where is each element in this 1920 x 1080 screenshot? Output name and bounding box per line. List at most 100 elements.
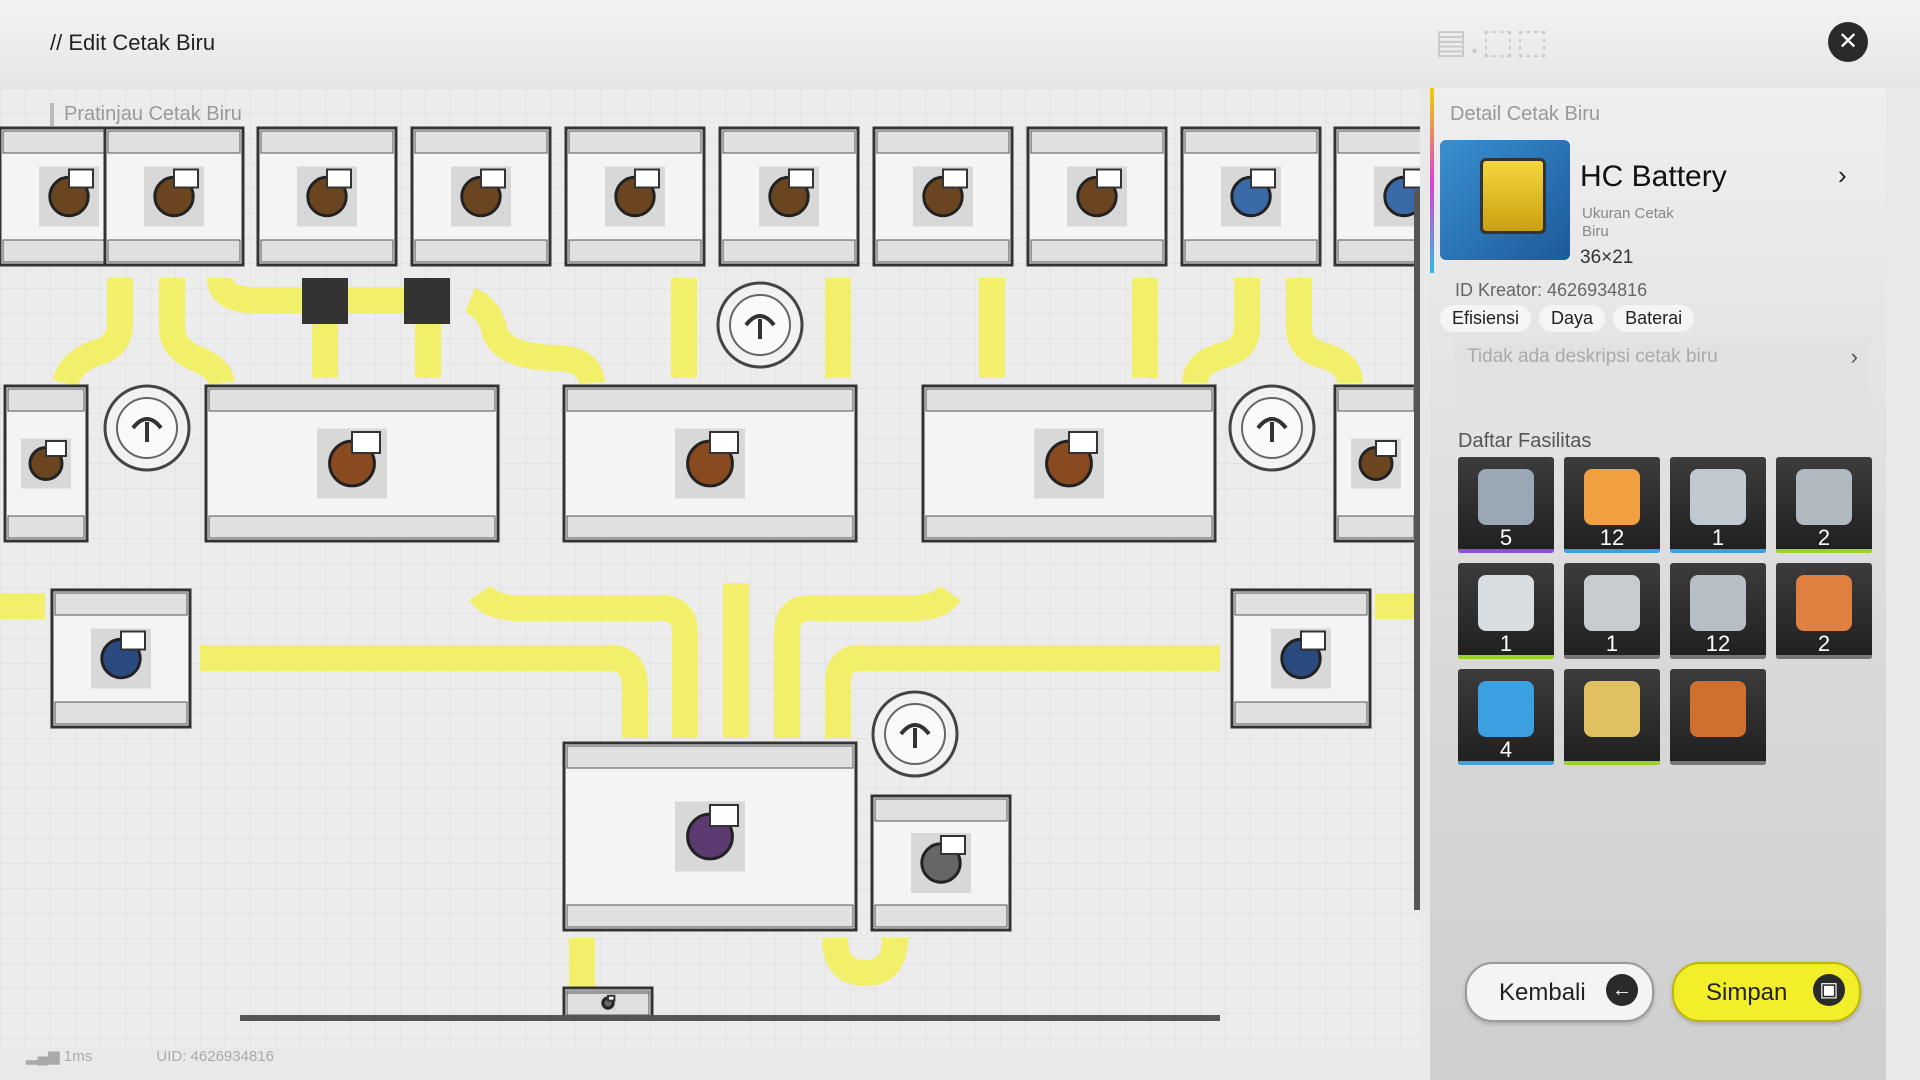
machine-unit[interactable] <box>870 794 1012 932</box>
machine-port-row <box>925 388 1213 412</box>
swap-icon <box>607 994 616 1002</box>
facility-count: 4 <box>1499 737 1513 762</box>
chevron-right-icon[interactable]: › <box>1838 160 1847 191</box>
arrow-left-icon: ← <box>1606 974 1638 1006</box>
machine-unit[interactable] <box>921 384 1217 543</box>
description-text: Tidak ada deskripsi cetak biru <box>1467 346 1718 367</box>
machine-unit[interactable] <box>410 126 552 267</box>
machine-unit[interactable] <box>1333 126 1420 267</box>
swap-icon <box>480 168 506 189</box>
facility-accent-bar <box>1564 655 1660 659</box>
filling-unit-icon <box>1796 469 1852 525</box>
swap-icon <box>788 168 814 189</box>
relay-pylon[interactable] <box>1228 384 1316 472</box>
close-icon: ✕ <box>1837 28 1859 55</box>
save-button-label: Simpan <box>1706 979 1788 1006</box>
machine-port-row <box>208 515 496 539</box>
machine-unit[interactable] <box>1180 126 1322 267</box>
machine-port-row <box>876 239 1010 263</box>
blueprint-name: HC Battery <box>1580 160 1727 193</box>
facility-accent-bar <box>1458 655 1554 659</box>
facility-item[interactable]: 2 <box>1776 563 1872 659</box>
facility-item[interactable]: 1 <box>1670 457 1766 553</box>
battery-icon <box>1480 158 1546 234</box>
facility-item[interactable]: 2 <box>1776 457 1872 553</box>
facility-item[interactable] <box>1564 669 1660 765</box>
moulding-unit-icon <box>1690 469 1746 525</box>
facility-item[interactable]: 12 <box>1670 563 1766 659</box>
machine-unit[interactable] <box>1026 126 1168 267</box>
facility-item[interactable] <box>1670 669 1766 765</box>
tag-power: Daya <box>1539 305 1606 332</box>
machine-unit[interactable] <box>872 126 1014 267</box>
page-title: // Edit Cetak Biru <box>50 30 216 55</box>
machine-port-row <box>566 904 854 928</box>
machine-port-row <box>208 388 496 412</box>
machine-unit[interactable] <box>562 741 858 932</box>
machine-port-row <box>568 239 702 263</box>
facility-item[interactable]: 1 <box>1564 563 1660 659</box>
facility-accent-bar <box>1670 549 1766 553</box>
storage-unit-icon <box>1584 575 1640 631</box>
machine-unit[interactable] <box>50 588 192 729</box>
back-button[interactable]: Kembali ← <box>1465 962 1654 1022</box>
facility-accent-bar <box>1564 549 1660 553</box>
description-field[interactable]: Tidak ada deskripsi cetak biru › <box>1455 338 1870 410</box>
machine-unit[interactable] <box>103 126 245 267</box>
machine-port-row <box>722 130 856 154</box>
facility-accent-bar <box>1670 761 1766 765</box>
machine-unit[interactable] <box>564 126 706 267</box>
swap-icon <box>1096 168 1122 189</box>
swap-icon <box>709 431 739 454</box>
machine-unit[interactable] <box>3 384 89 543</box>
protocol-core-icon <box>1690 575 1746 631</box>
panel-accent-stripe <box>1430 88 1434 273</box>
machine-port-row <box>1030 239 1164 263</box>
machine-unit[interactable] <box>256 126 398 267</box>
facility-item[interactable]: 5 <box>1458 457 1554 553</box>
facility-item[interactable]: 12 <box>1564 457 1660 553</box>
machine-port-row <box>7 388 85 412</box>
swap-icon <box>326 168 352 189</box>
latency-value: 1ms <box>63 1048 93 1065</box>
machine-unit[interactable] <box>204 384 500 543</box>
facility-item[interactable]: 4 <box>1458 669 1554 765</box>
back-button-label: Kembali <box>1499 979 1586 1006</box>
swap-icon <box>634 168 660 189</box>
facility-list-label: Daftar Fasilitas <box>1458 430 1592 452</box>
horizontal-scrollbar[interactable] <box>240 1015 1220 1021</box>
machine-port-row <box>414 130 548 154</box>
relay-pylon[interactable] <box>103 384 191 472</box>
facility-count: 1 <box>1605 631 1619 656</box>
splitter-block <box>404 278 450 324</box>
machine-unit[interactable] <box>562 384 858 543</box>
facility-count: 1 <box>1711 525 1725 550</box>
blueprint-thumbnail <box>1440 140 1570 260</box>
machine-port-row <box>54 701 188 725</box>
machine-unit[interactable] <box>562 986 654 1020</box>
machine-port-row <box>7 515 85 539</box>
machine-port-row <box>1184 130 1318 154</box>
facility-count: 1 <box>1499 631 1513 656</box>
chevron-right-icon: › <box>1850 344 1858 369</box>
machine-unit[interactable] <box>718 126 860 267</box>
relay-pylon[interactable] <box>871 690 959 778</box>
blueprint-canvas[interactable] <box>0 88 1420 1048</box>
machine-port-row <box>925 515 1213 539</box>
save-button[interactable]: Simpan ▣ <box>1672 962 1861 1022</box>
floor-tile-icon <box>1690 681 1746 737</box>
swap-icon <box>68 168 94 189</box>
relay-pylon[interactable] <box>716 281 804 369</box>
power-pylon-icon <box>1478 575 1534 631</box>
facility-item[interactable]: 1 <box>1458 563 1554 659</box>
swap-icon <box>1250 168 1276 189</box>
close-button[interactable]: ✕ <box>1828 22 1868 62</box>
machine-port-row <box>54 592 188 616</box>
machine-port-row <box>1337 388 1415 412</box>
vertical-scrollbar[interactable] <box>1414 190 1420 910</box>
machine-port-row <box>566 745 854 769</box>
machine-unit[interactable] <box>1230 588 1372 729</box>
facility-count: 12 <box>1705 631 1731 656</box>
machine-unit[interactable] <box>1333 384 1419 543</box>
shredding-unit-icon <box>1584 469 1640 525</box>
